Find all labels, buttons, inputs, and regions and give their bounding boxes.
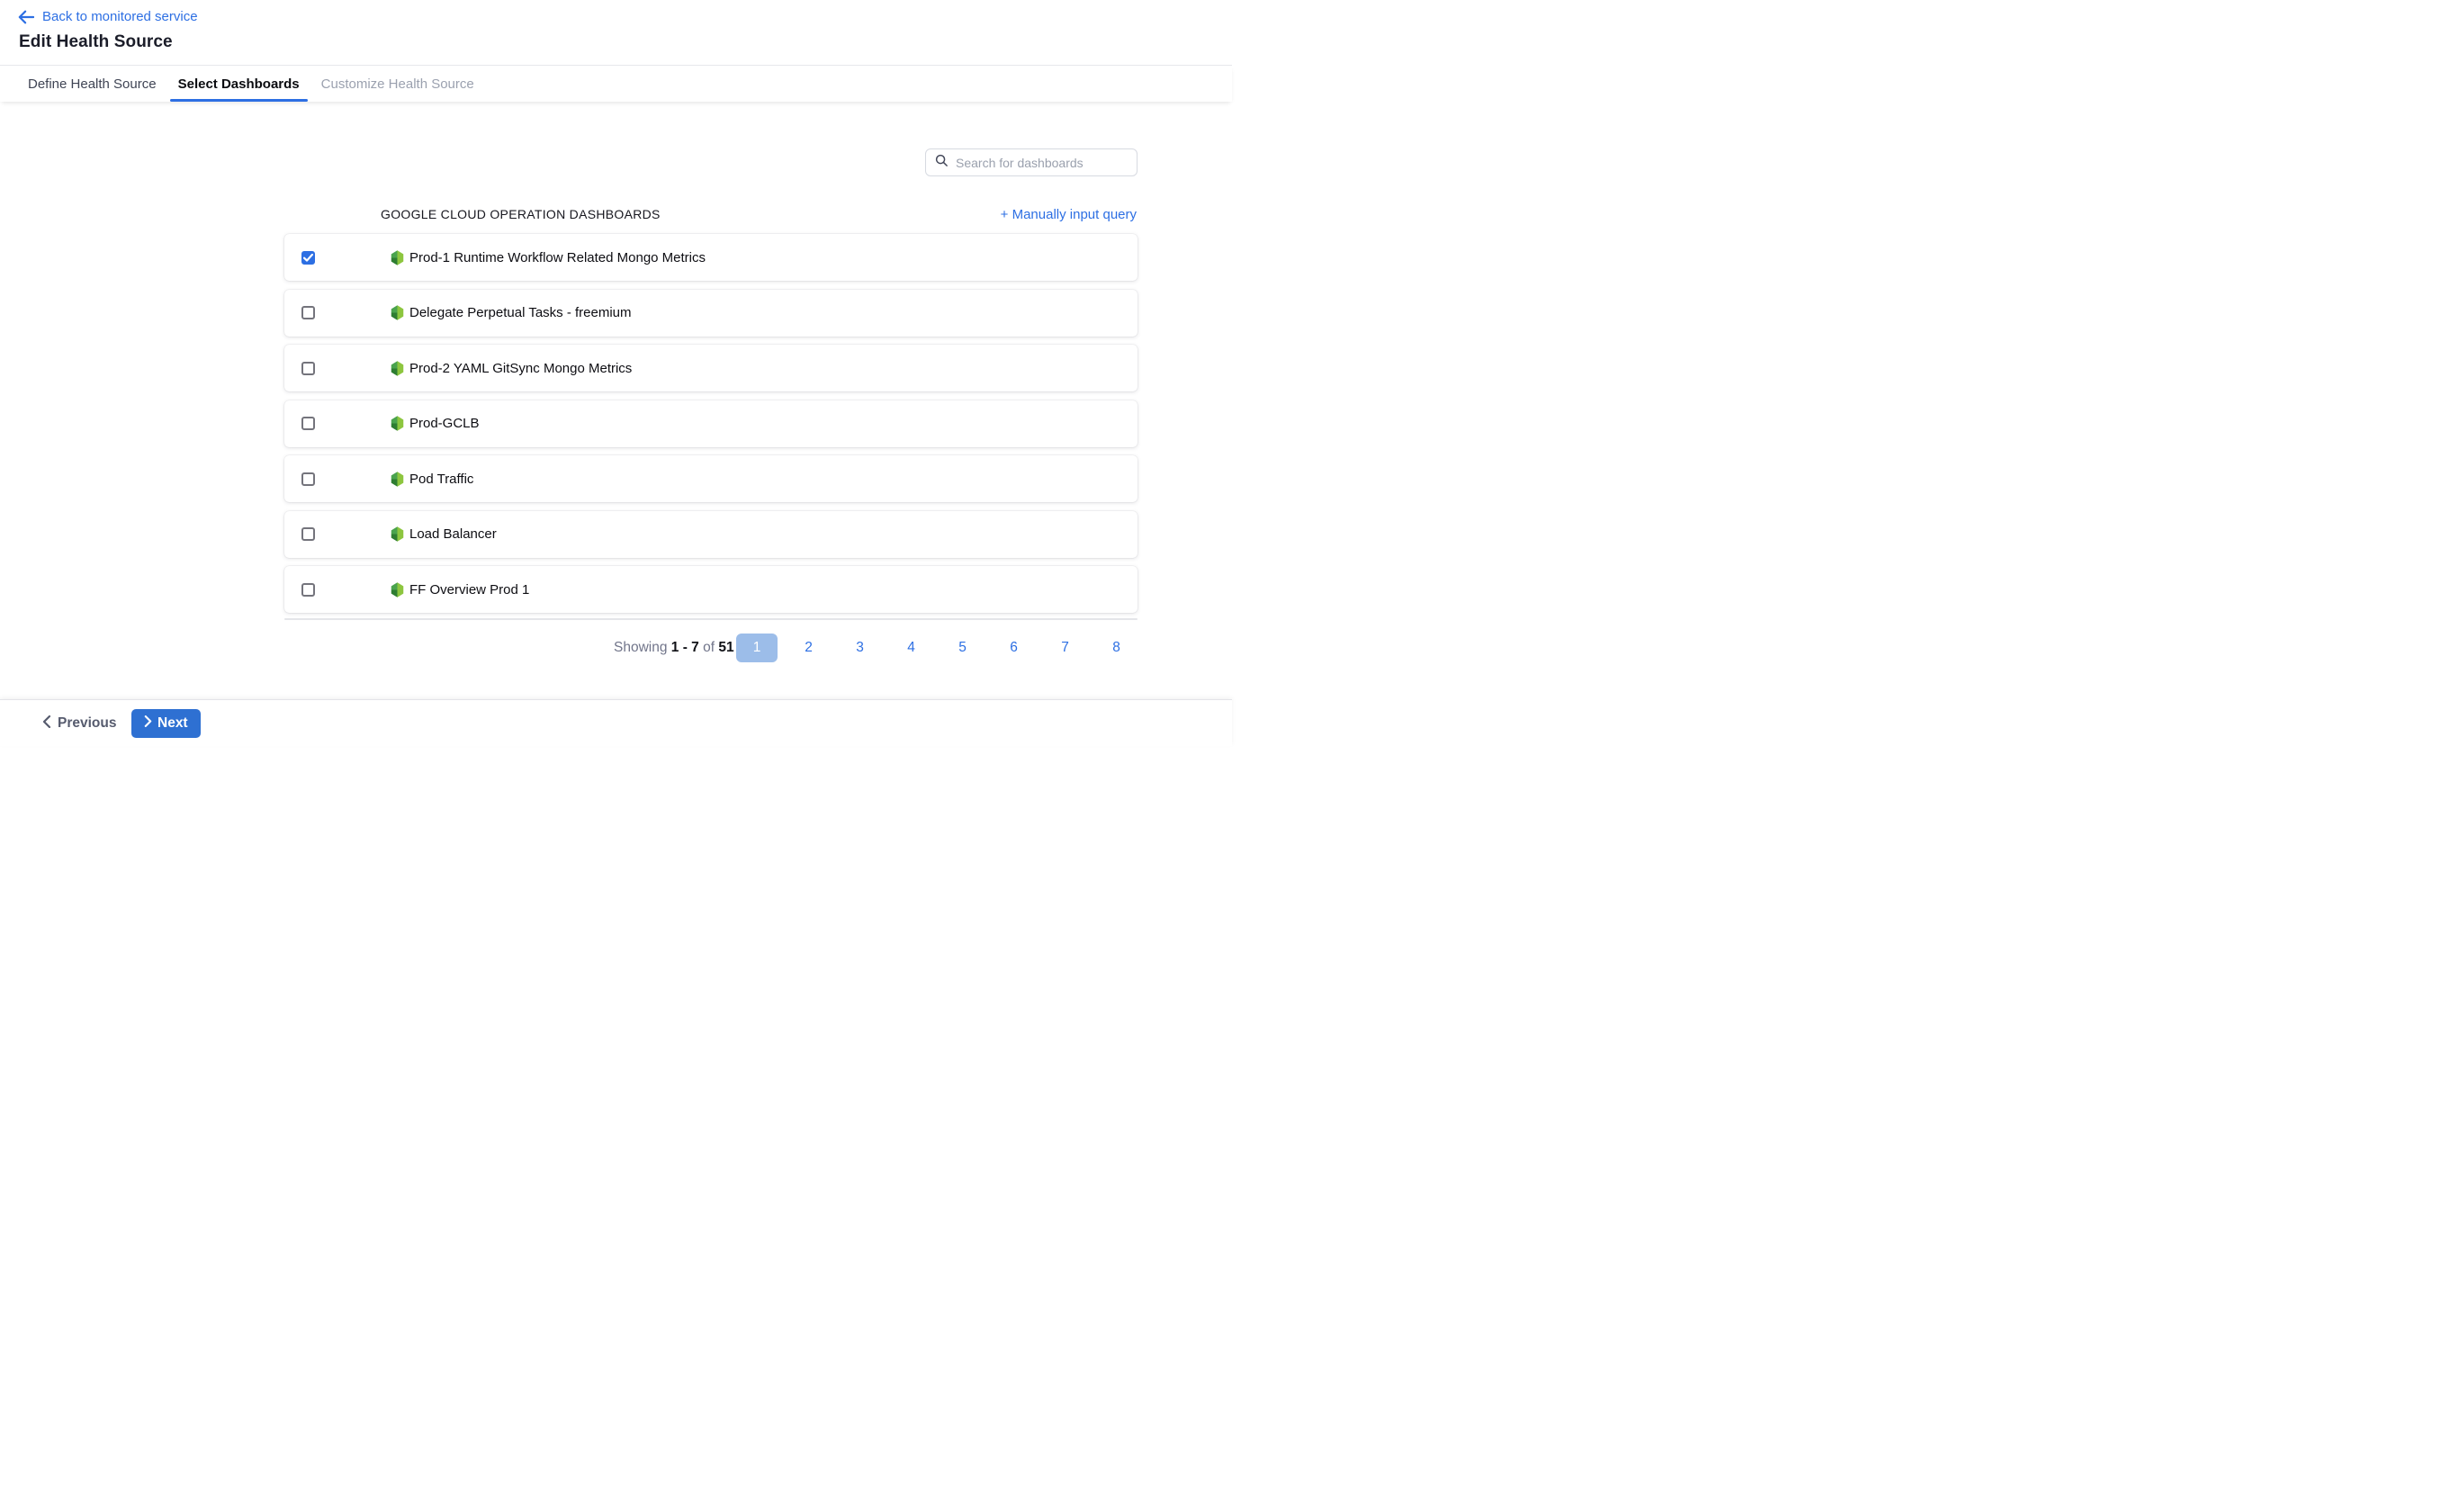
edit-health-source-page: Back to monitored service Edit Health So… <box>0 0 1232 746</box>
next-button[interactable]: Next <box>131 709 201 738</box>
dashboard-row[interactable]: Prod-GCLB <box>284 400 1138 447</box>
dashboard-name: FF Overview Prod 1 <box>409 582 529 598</box>
search-icon <box>935 154 949 172</box>
dashboard-name: Prod-GCLB <box>409 416 480 431</box>
pagination-summary: Showing 1 - 7 of 51 <box>614 634 734 662</box>
tab-customize-health-source[interactable]: Customize Health Source <box>321 66 474 102</box>
back-link-label: Back to monitored service <box>42 9 198 24</box>
dashboard-checkbox[interactable] <box>301 583 315 597</box>
page-button-8[interactable]: 8 <box>1091 634 1142 662</box>
wizard-footer: Previous Next <box>0 699 1232 746</box>
page-header: Back to monitored service Edit Health So… <box>0 0 1232 65</box>
dashboard-hexagon-icon <box>391 250 404 265</box>
dashboard-checkbox[interactable] <box>301 362 315 375</box>
previous-button-label: Previous <box>58 715 116 732</box>
dashboard-name: Prod-1 Runtime Workflow Related Mongo Me… <box>409 250 706 265</box>
dashboard-row[interactable]: Pod Traffic <box>284 455 1138 502</box>
dashboard-hexagon-icon <box>391 472 404 487</box>
page-button-7[interactable]: 7 <box>1039 634 1091 662</box>
chevron-right-icon <box>144 715 152 732</box>
dashboard-row[interactable]: FF Overview Prod 1 <box>284 566 1138 613</box>
search-input[interactable] <box>956 156 1128 170</box>
dashboard-checkbox[interactable] <box>301 417 315 430</box>
page-button-5[interactable]: 5 <box>937 634 988 662</box>
manually-input-query-link[interactable]: + Manually input query <box>1001 207 1137 222</box>
dashboard-hexagon-icon <box>391 582 404 598</box>
dashboard-row[interactable]: Prod-1 Runtime Workflow Related Mongo Me… <box>284 234 1138 281</box>
dashboard-row[interactable]: Delegate Perpetual Tasks - freemium <box>284 290 1138 337</box>
page-title: Edit Health Source <box>19 32 173 52</box>
dashboard-checkbox[interactable] <box>301 527 315 541</box>
pagination-total: 51 <box>718 640 733 655</box>
dashboard-checkbox[interactable] <box>301 306 315 319</box>
dashboard-list: Prod-1 Runtime Workflow Related Mongo Me… <box>284 234 1138 622</box>
dashboard-row[interactable]: Prod-2 YAML GitSync Mongo Metrics <box>284 345 1138 391</box>
page-button-2[interactable]: 2 <box>783 634 834 662</box>
dashboard-hexagon-icon <box>391 361 404 376</box>
page-button-3[interactable]: 3 <box>834 634 886 662</box>
tab-select-dashboards[interactable]: Select Dashboards <box>178 66 300 102</box>
dashboard-checkbox[interactable] <box>301 251 315 265</box>
dashboard-hexagon-icon <box>391 526 404 542</box>
dashboard-select-panel: GOOGLE CLOUD OPERATION DASHBOARDS + Manu… <box>0 102 1232 699</box>
pagination-showing-text: Showing <box>614 640 667 655</box>
dashboard-row[interactable]: Load Balancer <box>284 511 1138 558</box>
page-button-active[interactable]: 1 <box>736 634 778 662</box>
dashboard-name: Load Balancer <box>409 526 497 542</box>
arrow-left-icon <box>18 10 34 24</box>
tab-select-dashboards-label: Select Dashboards <box>178 76 300 92</box>
next-button-label: Next <box>157 715 188 732</box>
previous-button[interactable]: Previous <box>42 700 116 747</box>
page-buttons: 2345678 <box>783 634 1142 662</box>
back-to-monitored-service-link[interactable]: Back to monitored service <box>18 9 198 24</box>
pagination: Showing 1 - 7 of 51 1 2345678 <box>284 634 1138 662</box>
dashboard-hexagon-icon <box>391 305 404 320</box>
dashboard-name: Prod-2 YAML GitSync Mongo Metrics <box>409 361 632 376</box>
list-end-divider <box>284 618 1138 620</box>
wizard-tabbar: Define Health Source Select Dashboards C… <box>0 65 1232 102</box>
dashboard-search-box <box>925 148 1138 176</box>
section-title: GOOGLE CLOUD OPERATION DASHBOARDS <box>381 207 661 221</box>
pagination-of-text: of <box>703 640 715 655</box>
page-button-6[interactable]: 6 <box>988 634 1039 662</box>
tab-define-health-source[interactable]: Define Health Source <box>28 66 157 102</box>
dashboard-name: Delegate Perpetual Tasks - freemium <box>409 305 632 320</box>
pagination-range: 1 - 7 <box>671 640 699 655</box>
chevron-left-icon <box>42 715 51 733</box>
dashboard-name: Pod Traffic <box>409 472 473 487</box>
dashboard-checkbox[interactable] <box>301 472 315 486</box>
page-button-4[interactable]: 4 <box>886 634 937 662</box>
active-tab-underline <box>170 99 308 102</box>
list-header-row: GOOGLE CLOUD OPERATION DASHBOARDS + Manu… <box>381 204 1137 224</box>
dashboard-hexagon-icon <box>391 416 404 431</box>
